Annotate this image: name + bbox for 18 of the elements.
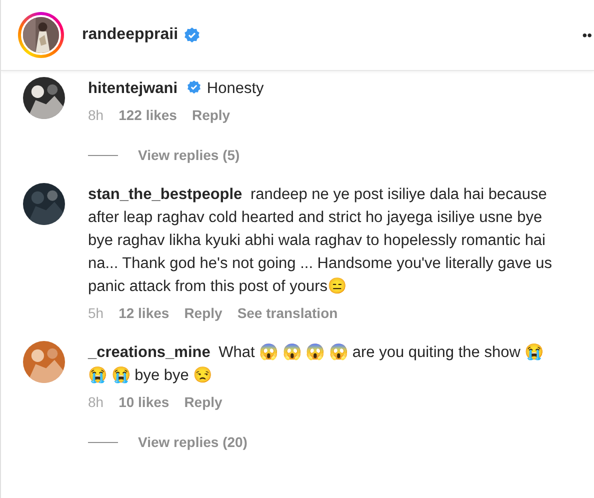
comment-text: stan_the_bestpeople randeep ne ye post isiliye dala hai because after leap raghav cold hearted and strict ho jayega isiliye usne bye bye raghav likha kyuki abhi wala raghav to hopelessly romantic hai na... Thank god he's not going ... Handsome you've literally gave us panic attack from this post of yours😑 (88, 185, 554, 297)
see-translation-link[interactable]: See translation (237, 305, 338, 321)
more-options-icon[interactable]: •• (582, 27, 592, 43)
comment-time: 8h (88, 394, 104, 410)
comment-text: hitentejwani Honesty (88, 79, 265, 99)
reply-link[interactable]: Reply (184, 305, 222, 321)
username[interactable]: randeeppraii (82, 26, 178, 44)
likes-link[interactable]: 122 likes (118, 107, 177, 123)
likes-link[interactable]: 10 likes (118, 394, 170, 410)
likes-link[interactable]: 12 likes (118, 305, 170, 321)
view-replies-link[interactable]: View replies (20) (138, 434, 248, 450)
reply-link[interactable]: Reply (192, 107, 230, 123)
comment-time: 5h (88, 305, 104, 321)
reply-link[interactable]: Reply (184, 394, 222, 410)
comment-text: _creations_mine What 😱 😱 😱 😱 are you quiting the show 😭 😭 😭 bye bye 😒 (88, 342, 545, 386)
comment-time: 8h (88, 107, 104, 123)
view-replies-link[interactable]: View replies (5) (138, 147, 240, 163)
profile-avatar[interactable] (18, 12, 64, 58)
